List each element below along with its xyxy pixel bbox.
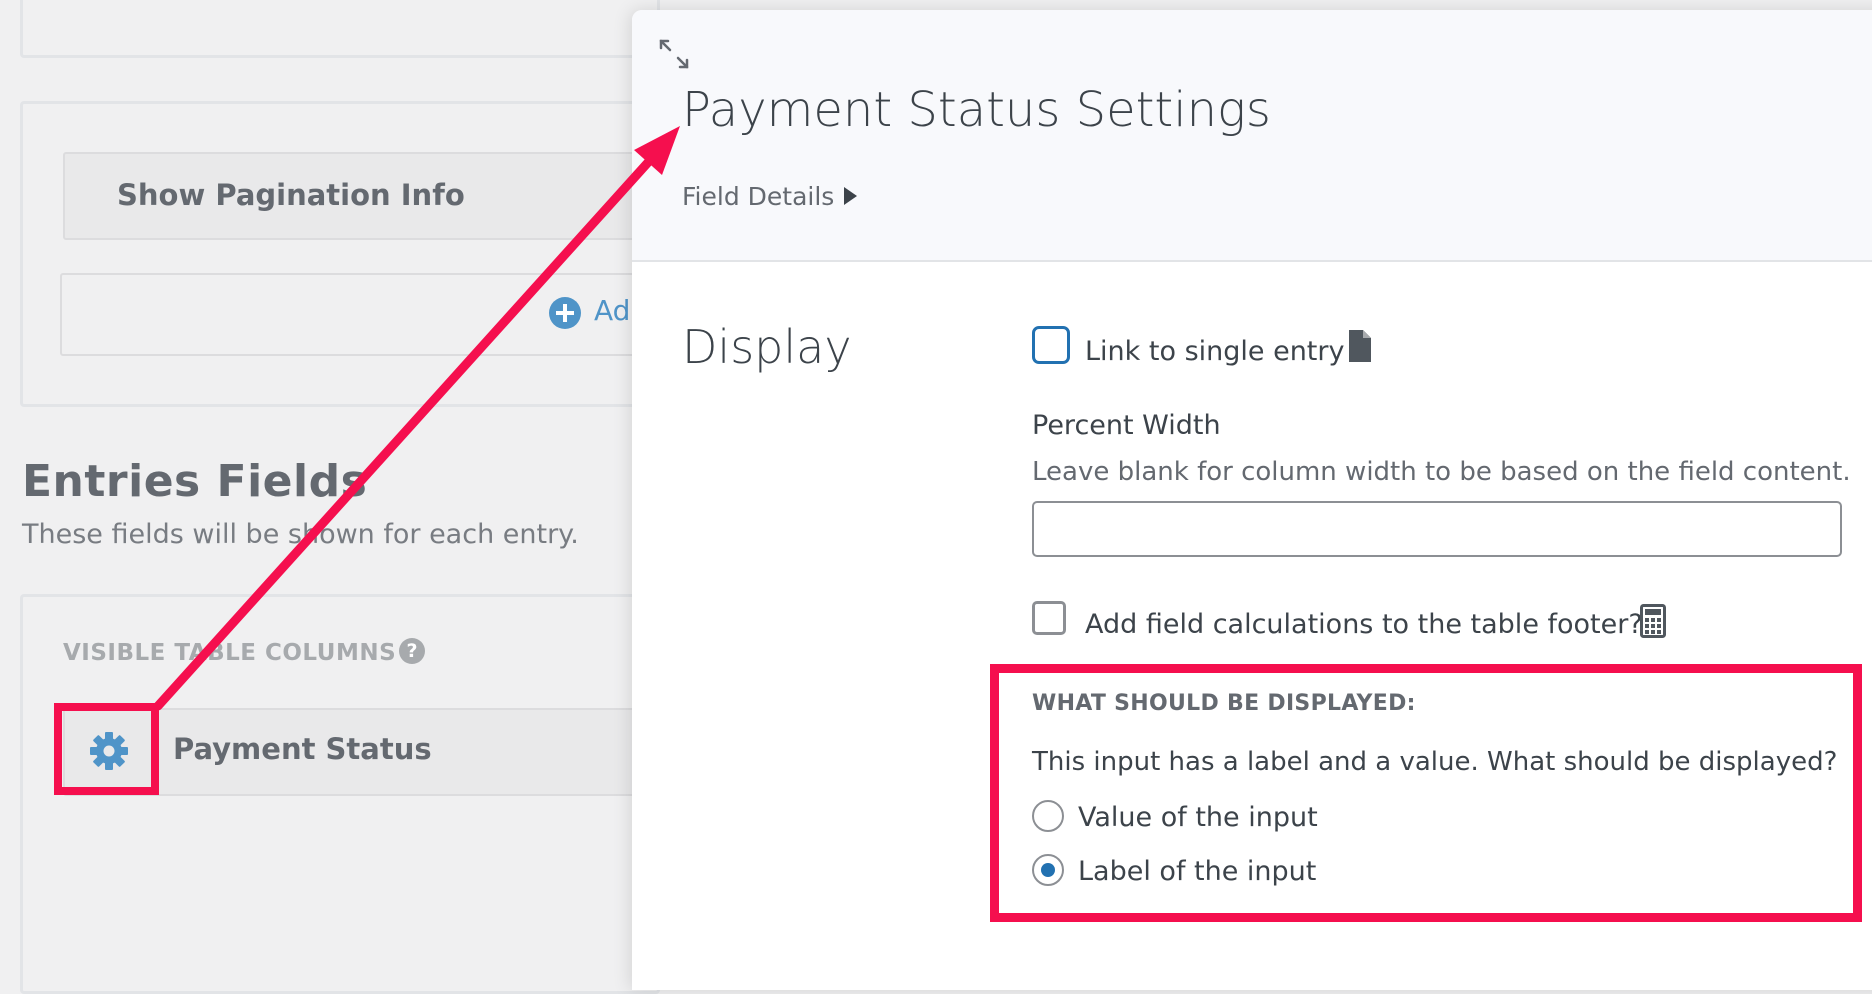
field-details-toggle[interactable]: Field Details xyxy=(682,182,834,211)
value-of-input-radio[interactable] xyxy=(1032,800,1064,832)
what-should-be-displayed-question: This input has a label and a value. What… xyxy=(1032,747,1838,777)
entries-fields-title: Entries Fields xyxy=(22,456,368,507)
document-icon xyxy=(1349,330,1371,362)
percent-width-label: Percent Width xyxy=(1032,410,1221,441)
radio-selected-dot xyxy=(1041,863,1055,877)
label-of-input-label[interactable]: Label of the input xyxy=(1078,856,1316,887)
pagination-label: Show Pagination Info xyxy=(117,178,465,212)
link-to-single-entry-label[interactable]: Link to single entry xyxy=(1085,336,1344,367)
add-field-area[interactable] xyxy=(60,273,680,356)
modal-title: Payment Status Settings xyxy=(682,82,1271,138)
label-of-input-radio[interactable] xyxy=(1032,854,1064,886)
display-section-heading: Display xyxy=(682,320,852,374)
value-of-input-label[interactable]: Value of the input xyxy=(1078,802,1318,833)
caret-right-icon[interactable] xyxy=(844,187,857,205)
payment-status-field-label: Payment Status xyxy=(173,732,432,766)
help-icon[interactable]: ? xyxy=(399,638,425,664)
link-to-single-entry-checkbox[interactable] xyxy=(1032,326,1070,364)
annotation-gear-highlight xyxy=(54,703,159,795)
percent-width-help: Leave blank for column width to be based… xyxy=(1032,457,1851,487)
top-card xyxy=(20,0,660,58)
field-calculations-checkbox[interactable] xyxy=(1032,601,1066,635)
field-settings-modal: Payment Status Settings Field Details Di… xyxy=(632,10,1872,990)
field-calculations-label[interactable]: Add field calculations to the table foot… xyxy=(1085,609,1643,640)
calculator-icon xyxy=(1640,604,1666,638)
add-field-link[interactable]: Ad xyxy=(594,294,630,327)
visible-columns-heading: VISIBLE TABLE COLUMNS xyxy=(63,640,397,666)
show-pagination-info-field[interactable]: Show Pagination Info xyxy=(63,152,663,240)
what-should-be-displayed-heading: WHAT SHOULD BE DISPLAYED: xyxy=(1032,691,1416,716)
modal-header: Payment Status Settings Field Details xyxy=(632,10,1872,262)
percent-width-input[interactable] xyxy=(1032,501,1842,557)
plus-circle-icon[interactable] xyxy=(549,297,581,329)
entries-fields-description: These fields will be shown for each entr… xyxy=(22,519,579,550)
pagination-card xyxy=(20,101,660,407)
expand-icon[interactable] xyxy=(657,37,691,71)
